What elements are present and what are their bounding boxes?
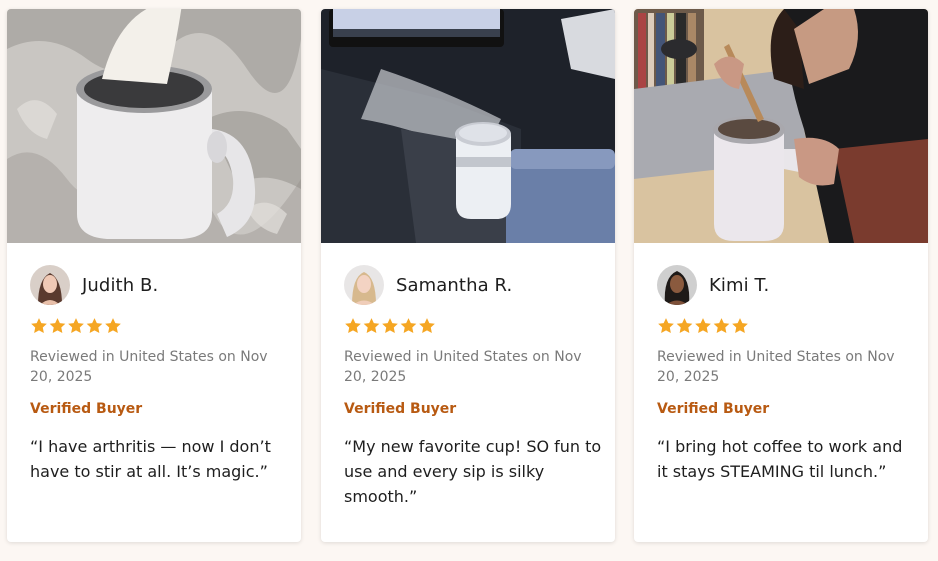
star-rating	[658, 318, 748, 334]
review-card: Kimi T. Reviewed in United States on Nov…	[634, 9, 928, 542]
review-photo[interactable]	[7, 9, 301, 243]
star-rating	[31, 318, 121, 334]
review-card: Samantha R. Reviewed in United States on…	[321, 9, 615, 542]
star-icon	[419, 318, 435, 334]
reviewer-name: Judith B.	[82, 274, 159, 296]
reviewer: Samantha R.	[344, 265, 512, 305]
star-icon	[658, 318, 674, 334]
star-icon	[695, 318, 711, 334]
review-date: Reviewed in United States on Nov 20, 202…	[344, 349, 582, 385]
review-date: Reviewed in United States on Nov 20, 202…	[30, 349, 268, 385]
star-rating	[345, 318, 435, 334]
avatar	[344, 265, 384, 305]
star-icon	[400, 318, 417, 334]
star-icon	[86, 318, 103, 334]
review-text: “I bring hot coffee to work and it stays…	[657, 437, 903, 481]
avatar	[30, 265, 70, 305]
review-photo[interactable]	[321, 9, 615, 243]
avatar	[657, 265, 697, 305]
reviewer-name: Samantha R.	[396, 274, 513, 296]
star-icon	[363, 318, 380, 334]
review-text: “I have arthritis — now I don’t have to …	[30, 437, 271, 481]
verified-badge: Verified Buyer	[344, 401, 457, 417]
star-icon	[345, 318, 361, 334]
verified-badge: Verified Buyer	[657, 401, 770, 417]
reviewer: Judith B.	[30, 265, 158, 305]
star-icon	[68, 318, 84, 334]
star-icon	[49, 318, 66, 334]
reviewer: Kimi T.	[657, 265, 769, 305]
review-photo[interactable]	[634, 9, 928, 243]
star-icon	[105, 318, 121, 334]
star-icon	[676, 318, 693, 334]
reviewer-name: Kimi T.	[709, 274, 770, 296]
star-icon	[382, 318, 398, 334]
star-icon	[31, 318, 47, 334]
review-card: Judith B. Reviewed in United States on N…	[7, 9, 301, 542]
review-date: Reviewed in United States on Nov 20, 202…	[657, 349, 895, 385]
star-icon	[713, 318, 730, 334]
star-icon	[732, 318, 748, 334]
verified-badge: Verified Buyer	[30, 401, 143, 417]
review-text: “My new favorite cup! SO fun to use and …	[344, 437, 602, 506]
